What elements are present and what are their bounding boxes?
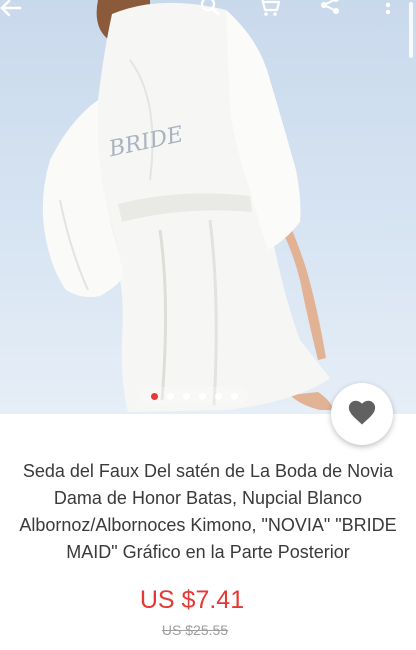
cart-icon[interactable] [256, 0, 284, 22]
product-title: Seda del Faux Del satén de La Boda de No… [19, 461, 397, 562]
wishlist-button[interactable] [331, 383, 393, 445]
pagination-dot-active[interactable] [150, 392, 158, 400]
pagination-dot[interactable] [230, 392, 238, 400]
pagination-dot[interactable] [182, 392, 190, 400]
pagination-dot[interactable] [214, 392, 222, 400]
pagination-dot[interactable] [198, 392, 206, 400]
gallery-pagination [140, 387, 248, 405]
top-toolbar [0, 0, 416, 22]
product-price: US $7.41 [139, 586, 245, 614]
back-arrow-icon[interactable] [0, 0, 24, 22]
search-icon[interactable] [196, 0, 224, 22]
original-price: US $25.55 [161, 622, 229, 638]
scrollbar[interactable] [409, 2, 413, 58]
more-vert-icon[interactable] [374, 0, 402, 22]
share-icon[interactable] [316, 0, 344, 22]
product-photo: BRIDE [42, 0, 334, 413]
heart-icon [347, 398, 377, 431]
pagination-dot[interactable] [166, 392, 174, 400]
product-image-gallery[interactable]: BRIDE [0, 0, 416, 414]
